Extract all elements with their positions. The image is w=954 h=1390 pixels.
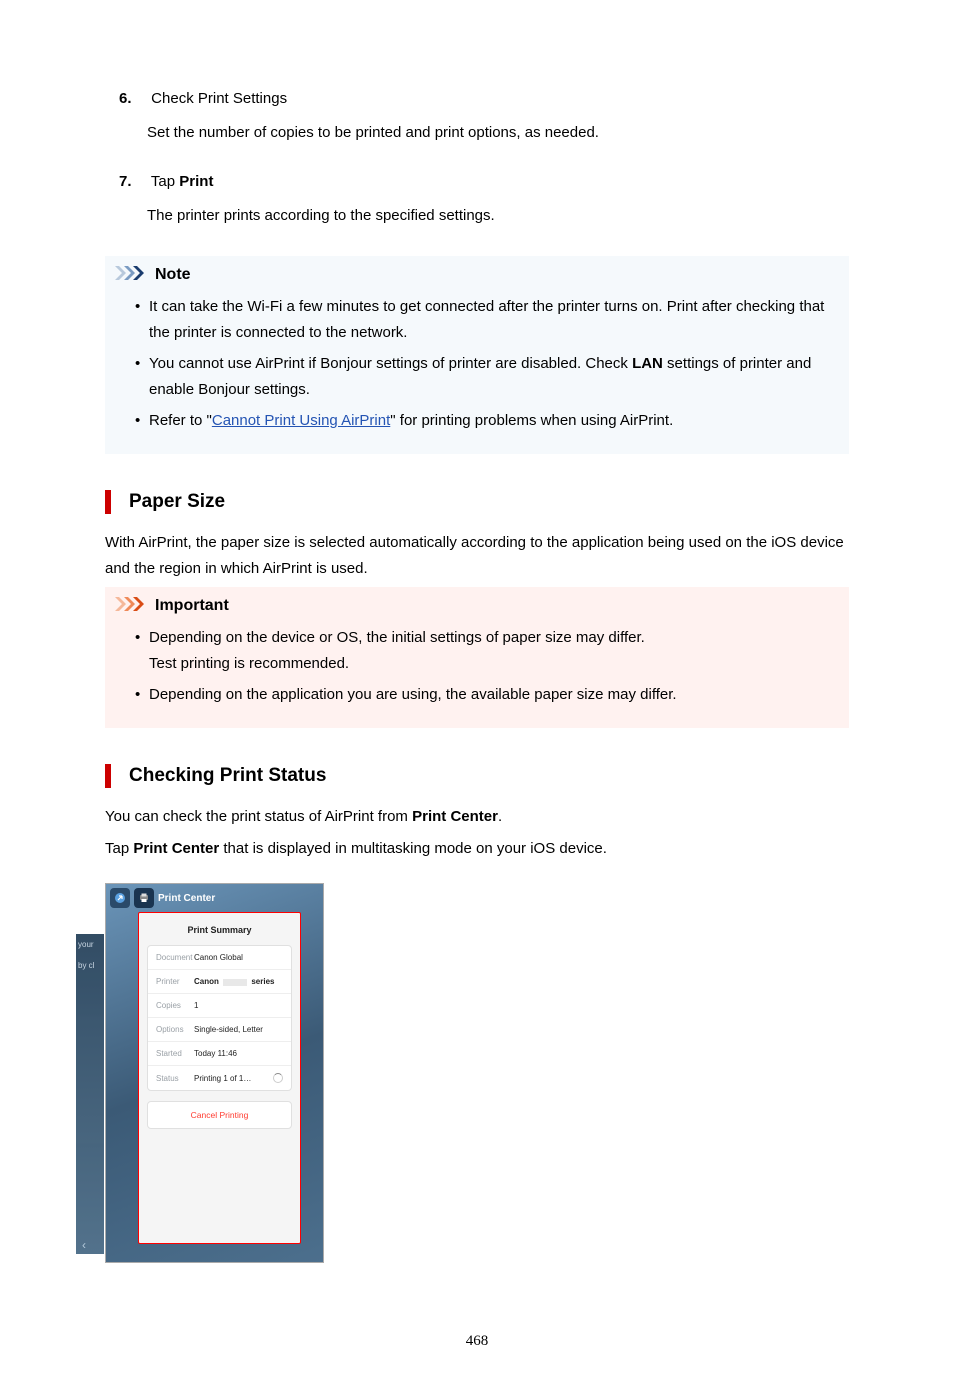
cannot-print-link[interactable]: Cannot Print Using AirPrint: [212, 412, 390, 429]
spinner-icon: [273, 1073, 283, 1083]
important-callout: Important Depending on the device or OS,…: [105, 587, 849, 728]
status-paragraph-1: You can check the print status of AirPri…: [105, 804, 849, 830]
important-title: Important: [155, 597, 229, 615]
section-checking-print-status: Checking Print Status: [105, 764, 849, 789]
step-7: 7. Tap Print The printer prints accordin…: [105, 173, 849, 228]
cancel-printing-button[interactable]: Cancel Printing: [147, 1101, 292, 1129]
note-item: You cannot use AirPrint if Bonjour setti…: [149, 351, 839, 402]
note-item: Refer to "Cannot Print Using AirPrint" f…: [149, 408, 839, 434]
arrows-icon: [115, 266, 149, 284]
summary-row-options: Options Single-sided, Letter: [148, 1018, 291, 1042]
print-center-tab-label: Print Center: [158, 893, 215, 904]
step-title-pre: Tap: [151, 173, 179, 190]
print-summary-title: Print Summary: [139, 913, 300, 945]
background-app-ghost: your by cl ‹: [76, 934, 104, 1254]
print-center-screenshot: Print Center your by cl ‹ Print Summary …: [105, 883, 324, 1263]
step-number: 7.: [105, 173, 147, 190]
step-6: 6. Check Print Settings Set the number o…: [105, 90, 849, 145]
note-callout: Note It can take the Wi-Fi a few minutes…: [105, 256, 849, 454]
status-paragraph-2: Tap Print Center that is displayed in mu…: [105, 836, 849, 862]
summary-row-printer: Printer Canon series: [148, 970, 291, 994]
step-description: Set the number of copies to be printed a…: [147, 121, 849, 145]
summary-row-status: Status Printing 1 of 1…: [148, 1066, 291, 1090]
summary-row-copies: Copies 1: [148, 994, 291, 1018]
important-item: Depending on the application you are usi…: [149, 682, 839, 708]
note-title: Note: [155, 266, 191, 284]
paper-size-paragraph: With AirPrint, the paper size is selecte…: [105, 530, 849, 581]
step-title: Check Print Settings: [151, 90, 287, 107]
summary-row-started: Started Today 11:46: [148, 1042, 291, 1066]
step-number: 6.: [105, 90, 147, 107]
section-paper-size: Paper Size: [105, 490, 849, 515]
print-summary-panel: Print Summary Document Canon Global Prin…: [138, 912, 301, 1244]
summary-row-document: Document Canon Global: [148, 946, 291, 970]
app-switcher-icon: [110, 888, 130, 908]
redacted-block: [223, 979, 247, 986]
print-center-app-icon: [134, 888, 154, 908]
arrows-icon: [115, 597, 149, 615]
note-item: It can take the Wi-Fi a few minutes to g…: [149, 294, 839, 345]
step-description: The printer prints according to the spec…: [147, 204, 849, 228]
page-number: 468: [105, 1333, 849, 1350]
step-title-bold: Print: [179, 173, 213, 190]
chevron-left-icon: ‹: [82, 1238, 86, 1252]
important-item: Depending on the device or OS, the initi…: [149, 625, 839, 676]
step-title: Tap Print: [151, 173, 214, 190]
